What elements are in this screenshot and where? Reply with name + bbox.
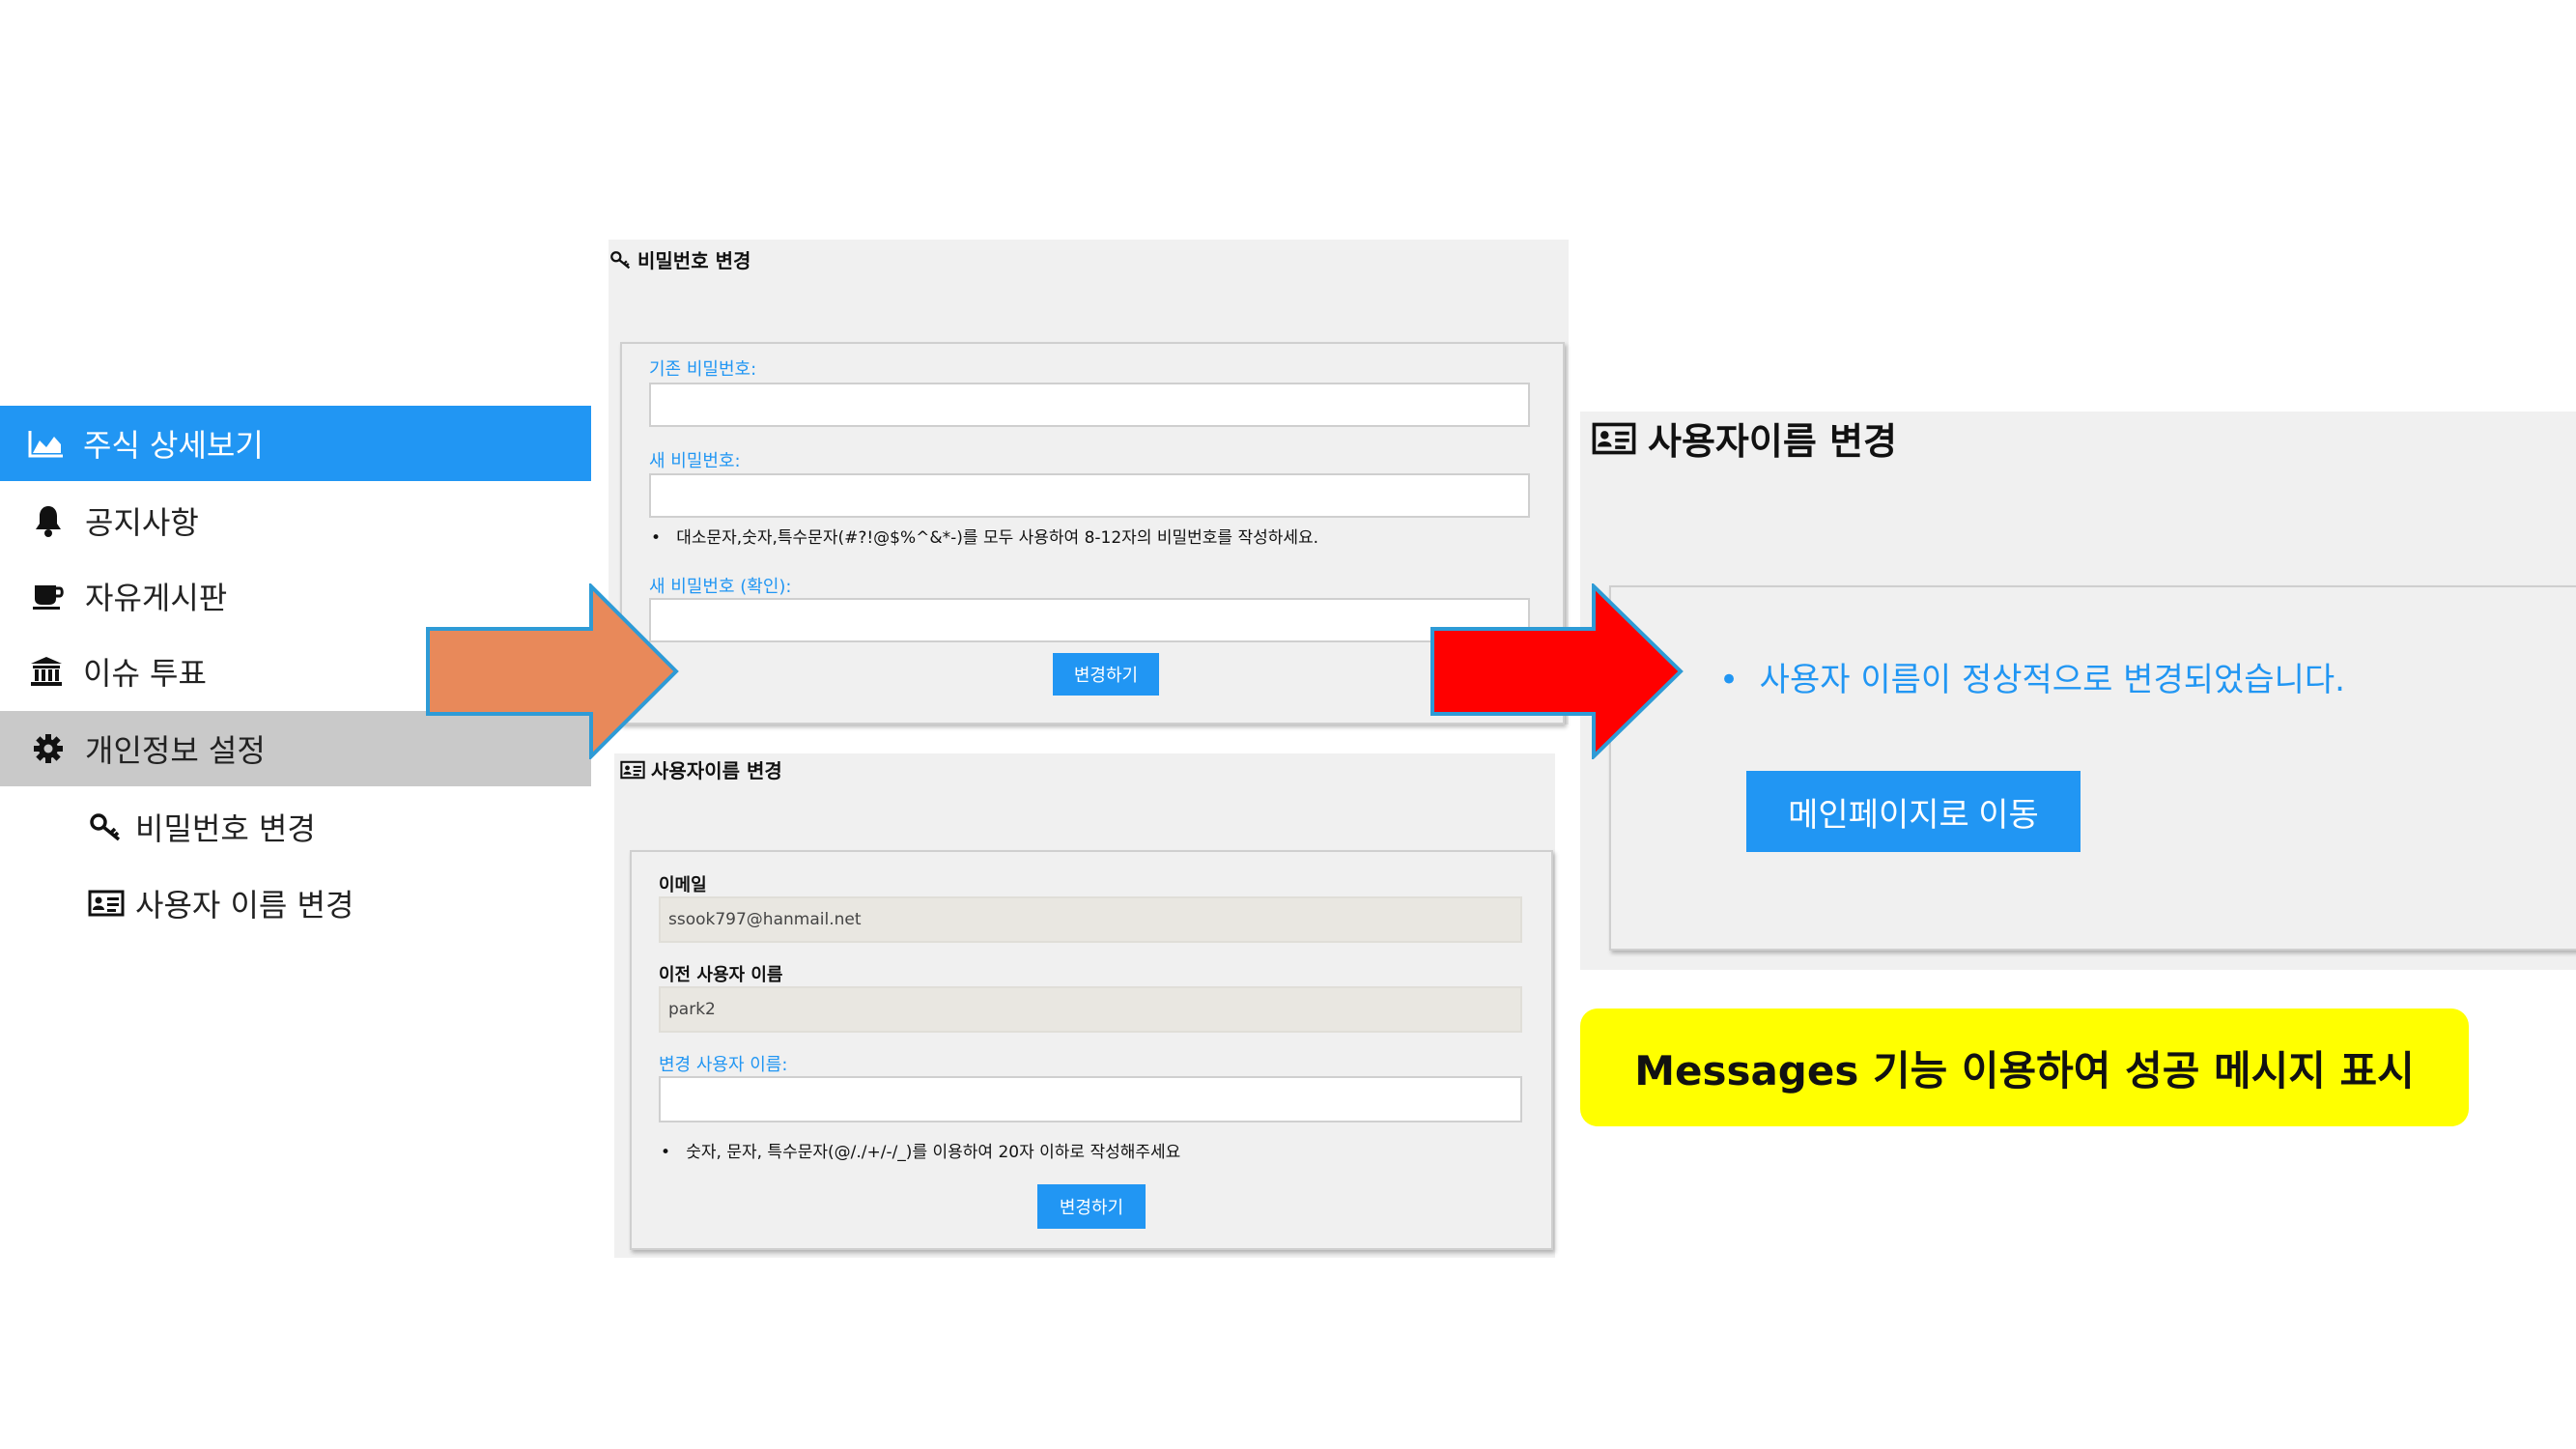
page-title: 사용자이름 변경 bbox=[620, 755, 782, 783]
new-password-input[interactable] bbox=[649, 473, 1530, 518]
username-hint: • 숫자, 문자, 특수문자(@/./+/-/_)를 이용하여 20자 이하로 … bbox=[661, 1143, 1181, 1162]
sidebar-item-label: 개인정보 설정 bbox=[85, 732, 266, 769]
sidebar-subitem-password[interactable]: 비밀번호 변경 bbox=[87, 798, 570, 856]
bell-icon bbox=[29, 501, 68, 540]
previous-username-field: park2 bbox=[659, 986, 1522, 1033]
new-username-label: 변경 사용자 이름: bbox=[659, 1055, 788, 1075]
id-card-icon bbox=[87, 884, 126, 923]
previous-username-label: 이전 사용자 이름 bbox=[659, 965, 783, 985]
current-password-input[interactable] bbox=[649, 383, 1530, 427]
annotation-callout: Messages 기능 이용하여 성공 메시지 표시 bbox=[1580, 1009, 2469, 1126]
sidebar-item-label: 공지사항 bbox=[85, 504, 199, 541]
page-title: 사용자이름 변경 bbox=[1592, 412, 1897, 465]
sidebar-item-label: 주식 상세보기 bbox=[83, 427, 264, 464]
email-label: 이메일 bbox=[659, 875, 707, 895]
key-icon bbox=[610, 250, 632, 270]
password-hint: • 대소문자,숫자,특수문자(#?!@$%^&*-)를 모두 사용하여 8-12… bbox=[651, 528, 1319, 548]
email-field: ssook797@hanmail.net bbox=[659, 896, 1522, 943]
password-form: 기존 비밀번호: 새 비밀번호: • 대소문자,숫자,특수문자(#?!@$%^&… bbox=[620, 342, 1565, 724]
username-change-panel: 사용자이름 변경 이메일 ssook797@hanmail.net 이전 사용자… bbox=[614, 753, 1555, 1258]
id-card-icon bbox=[620, 760, 645, 780]
id-card-icon bbox=[1592, 422, 1636, 455]
area-chart-icon bbox=[27, 424, 66, 463]
current-password-label: 기존 비밀번호: bbox=[649, 359, 757, 380]
sidebar-item-stock-detail[interactable]: 주식 상세보기 bbox=[0, 406, 591, 481]
key-icon bbox=[87, 808, 126, 846]
success-message: • 사용자 이름이 정상적으로 변경되었습니다. bbox=[1719, 661, 2345, 699]
new-password-label: 새 비밀번호: bbox=[649, 451, 741, 471]
username-submit-button[interactable]: 변경하기 bbox=[1037, 1184, 1146, 1229]
page-title: 비밀번호 변경 bbox=[610, 245, 750, 273]
password-change-panel: 비밀번호 변경 기존 비밀번호: 새 비밀번호: • 대소문자,숫자,특수문자(… bbox=[609, 240, 1569, 724]
gear-icon bbox=[29, 729, 68, 768]
confirm-password-input[interactable] bbox=[649, 598, 1530, 642]
go-main-page-button[interactable]: 메인페이지로 이동 bbox=[1746, 771, 2081, 852]
sidebar-item-notice[interactable]: 공지사항 bbox=[0, 483, 591, 558]
sidebar-item-label: 이슈 투표 bbox=[83, 655, 207, 692]
orange-arrow-icon bbox=[426, 583, 679, 759]
sidebar-item-label: 자유게시판 bbox=[85, 580, 228, 616]
sidebar-subitem-username[interactable]: 사용자 이름 변경 bbox=[87, 874, 570, 932]
username-form: 이메일 ssook797@hanmail.net 이전 사용자 이름 park2… bbox=[630, 850, 1553, 1250]
bank-icon bbox=[27, 652, 66, 691]
success-message-box: • 사용자 이름이 정상적으로 변경되었습니다. 메인페이지로 이동 bbox=[1609, 585, 2576, 951]
password-submit-button[interactable]: 변경하기 bbox=[1053, 653, 1159, 696]
new-username-input[interactable] bbox=[659, 1076, 1522, 1122]
sidebar-item-label: 비밀번호 변경 bbox=[135, 810, 316, 847]
sidebar-item-label: 사용자 이름 변경 bbox=[135, 887, 354, 923]
username-result-panel: 사용자이름 변경 • 사용자 이름이 정상적으로 변경되었습니다. 메인페이지로… bbox=[1580, 412, 2576, 970]
coffee-icon bbox=[29, 577, 68, 615]
red-arrow-icon bbox=[1430, 583, 1684, 759]
